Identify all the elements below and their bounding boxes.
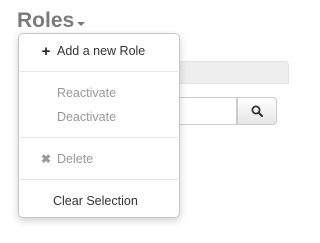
reactivate-label: Reactivate — [57, 86, 117, 100]
add-role-menu-item[interactable]: + Add a new Role — [19, 39, 200, 63]
delete-menu-item[interactable]: ✖ Delete — [19, 147, 200, 171]
clear-selection-menu-item[interactable]: Clear Selection — [19, 189, 213, 213]
menu-divider — [20, 137, 178, 138]
search-button[interactable] — [237, 97, 277, 125]
page-title: Roles — [17, 9, 75, 32]
add-role-label: Add a new Role — [57, 44, 146, 58]
deactivate-menu-item[interactable]: Deactivate — [19, 105, 217, 129]
menu-divider — [20, 179, 178, 180]
chevron-down-icon — [77, 21, 86, 26]
clear-selection-label: Clear Selection — [53, 194, 138, 208]
roles-dropdown-toggle[interactable]: Roles — [17, 9, 86, 33]
plus-icon: + — [41, 42, 51, 60]
roles-dropdown-menu: + Add a new Role Reactivate Deactivate ✖… — [18, 33, 180, 218]
reactivate-menu-item[interactable]: Reactivate — [19, 81, 217, 105]
menu-divider — [20, 71, 178, 72]
delete-label: Delete — [57, 152, 94, 166]
search-icon — [251, 105, 263, 117]
cross-icon: ✖ — [40, 152, 52, 166]
deactivate-label: Deactivate — [57, 110, 117, 124]
